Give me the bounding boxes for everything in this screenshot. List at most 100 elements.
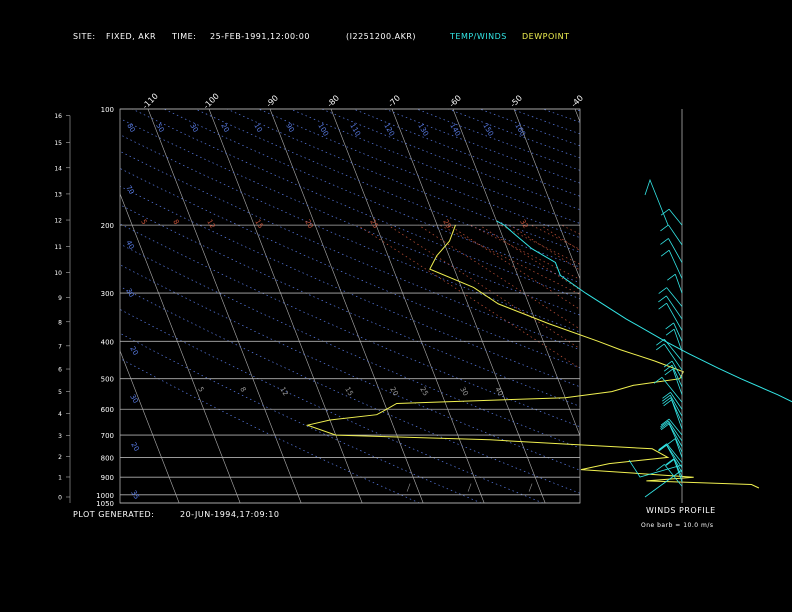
- wind-barb: [644, 178, 669, 226]
- height-tick-label: 14: [54, 165, 62, 172]
- dry-adiabat-line: [120, 134, 580, 333]
- wind-barb-flag: [665, 328, 675, 336]
- moist-adiabat-label: 15: [253, 218, 264, 230]
- moist-adiabat-line: [448, 224, 580, 310]
- height-tick-label: 10: [54, 270, 62, 277]
- dry-adiabat-line: [511, 109, 580, 135]
- wind-barb-flag: [660, 224, 669, 232]
- dry-adiabat-line: [416, 109, 580, 171]
- height-tick-label: 2: [58, 454, 62, 461]
- pressure-tick-label: 500: [101, 376, 114, 384]
- winds-profile-title: WINDS PROFILE: [646, 506, 716, 515]
- wind-barb-flag: [662, 397, 671, 404]
- isotherm-line: [574, 109, 580, 123]
- wind-barb-flag: [667, 438, 676, 445]
- height-tick-label: 0: [58, 494, 62, 501]
- dry-adiabat-label: 50: [154, 122, 165, 134]
- pressure-tick-label: 400: [101, 338, 114, 346]
- moist-adiabat-label: 32: [518, 218, 529, 230]
- dry-adiabat-line: [120, 309, 544, 503]
- isotherm-label: -110: [141, 92, 160, 111]
- left-edge-label: 40: [124, 239, 135, 251]
- dry-adiabat-label: 110: [348, 122, 362, 138]
- height-tick-label: 12: [54, 218, 62, 225]
- mixing-ratio-dash: [590, 484, 593, 492]
- wind-barb: [666, 287, 683, 307]
- barb-note: One barb = 10.0 m/s: [641, 522, 714, 529]
- plot-generated-label: PLOT GENERATED:: [73, 510, 155, 519]
- height-tick-label: 5: [58, 389, 62, 396]
- dry-adiabat-line: [638, 109, 792, 503]
- dry-adiabat-label: 10: [252, 122, 263, 134]
- wind-barb-flag: [656, 338, 665, 346]
- moist-adiabat-line: [479, 224, 580, 291]
- mixing-ratio-dash: [712, 484, 715, 492]
- wind-barb: [668, 208, 683, 226]
- dry-adiabat-line: [132, 109, 580, 300]
- isotherm-line: [330, 109, 485, 503]
- left-edge-label: 35: [129, 489, 140, 501]
- mixing-ratio-label: 25: [418, 386, 429, 398]
- moist-adiabat-line: [387, 224, 580, 350]
- isotherm-line: [208, 109, 363, 503]
- isotherm-line: [0, 109, 57, 503]
- dry-adiabat-line: [448, 109, 580, 159]
- height-tick-label: 8: [58, 319, 62, 326]
- moist-adiabat-line: [540, 224, 580, 252]
- isotherm-label: -100: [202, 92, 221, 111]
- isotherm-label: -60: [447, 93, 463, 109]
- wind-barb-flag: [658, 302, 667, 310]
- isotherm-line: [120, 349, 180, 503]
- wind-barb-flag: [665, 459, 675, 466]
- height-tick-label: 6: [58, 367, 62, 374]
- mixing-ratio-label: 20: [388, 386, 399, 398]
- pressure-tick-label: 900: [101, 474, 114, 482]
- isotherm-label: -80: [325, 93, 341, 109]
- moist-adiabat-label: 25: [368, 218, 379, 230]
- dry-adiabat-label: 90: [284, 122, 295, 134]
- dewpoint-profile-line: [305, 224, 760, 489]
- wind-barb-flag: [653, 377, 663, 384]
- dry-adiabat-line: [120, 358, 420, 503]
- height-tick-label: 9: [58, 295, 62, 302]
- wind-barb-flag: [658, 295, 667, 303]
- wind-barb-flag: [658, 443, 667, 450]
- height-tick-label: 16: [54, 113, 62, 120]
- wind-barb-flag: [667, 273, 676, 281]
- wind-barb-flag: [660, 238, 669, 245]
- moist-adiabat-line: [357, 224, 580, 369]
- dry-adiabat-line: [120, 168, 580, 369]
- mixing-ratio-label: 12: [278, 386, 289, 398]
- wind-barb-flag: [660, 418, 670, 426]
- moist-adiabat-line: [439, 224, 580, 295]
- isotherm-line: [452, 109, 580, 437]
- pressure-tick-label: 300: [101, 290, 114, 298]
- dry-adiabat-line: [764, 109, 792, 503]
- dry-adiabat-label: 20: [219, 122, 230, 134]
- dry-adiabat-line: [384, 109, 580, 184]
- dry-adiabat-line: [163, 109, 580, 284]
- isotherm-label: -90: [264, 93, 280, 109]
- wind-barb-flag: [665, 322, 674, 330]
- dry-adiabat-line: [258, 109, 580, 239]
- plot-generated-value: 20-JUN-1994,17:09:10: [180, 510, 280, 519]
- dry-adiabat-line: [226, 109, 580, 253]
- dry-adiabat-line: [701, 109, 792, 503]
- isotherm-label: -70: [386, 93, 402, 109]
- wind-barb-flag: [656, 343, 665, 351]
- left-edge-label: 20: [129, 441, 140, 453]
- wind-barb-flag: [662, 392, 671, 399]
- mixing-ratio-label: 30: [458, 386, 469, 398]
- pressure-tick-label: 800: [101, 454, 114, 462]
- dry-adiabat-label: 120: [382, 122, 396, 138]
- isotherm-line: [513, 109, 580, 280]
- height-tick-label: 11: [54, 244, 62, 251]
- moist-adiabat-line: [500, 224, 580, 265]
- mixing-ratio-label: 40: [493, 386, 504, 398]
- mixing-ratio-label: 15: [343, 386, 354, 398]
- wind-barb-flag: [660, 249, 670, 257]
- wind-barb: [663, 343, 683, 371]
- dry-adiabat-label: 100: [316, 122, 330, 138]
- wind-barb-flag: [663, 399, 672, 407]
- left-edge-label: 70: [124, 184, 135, 196]
